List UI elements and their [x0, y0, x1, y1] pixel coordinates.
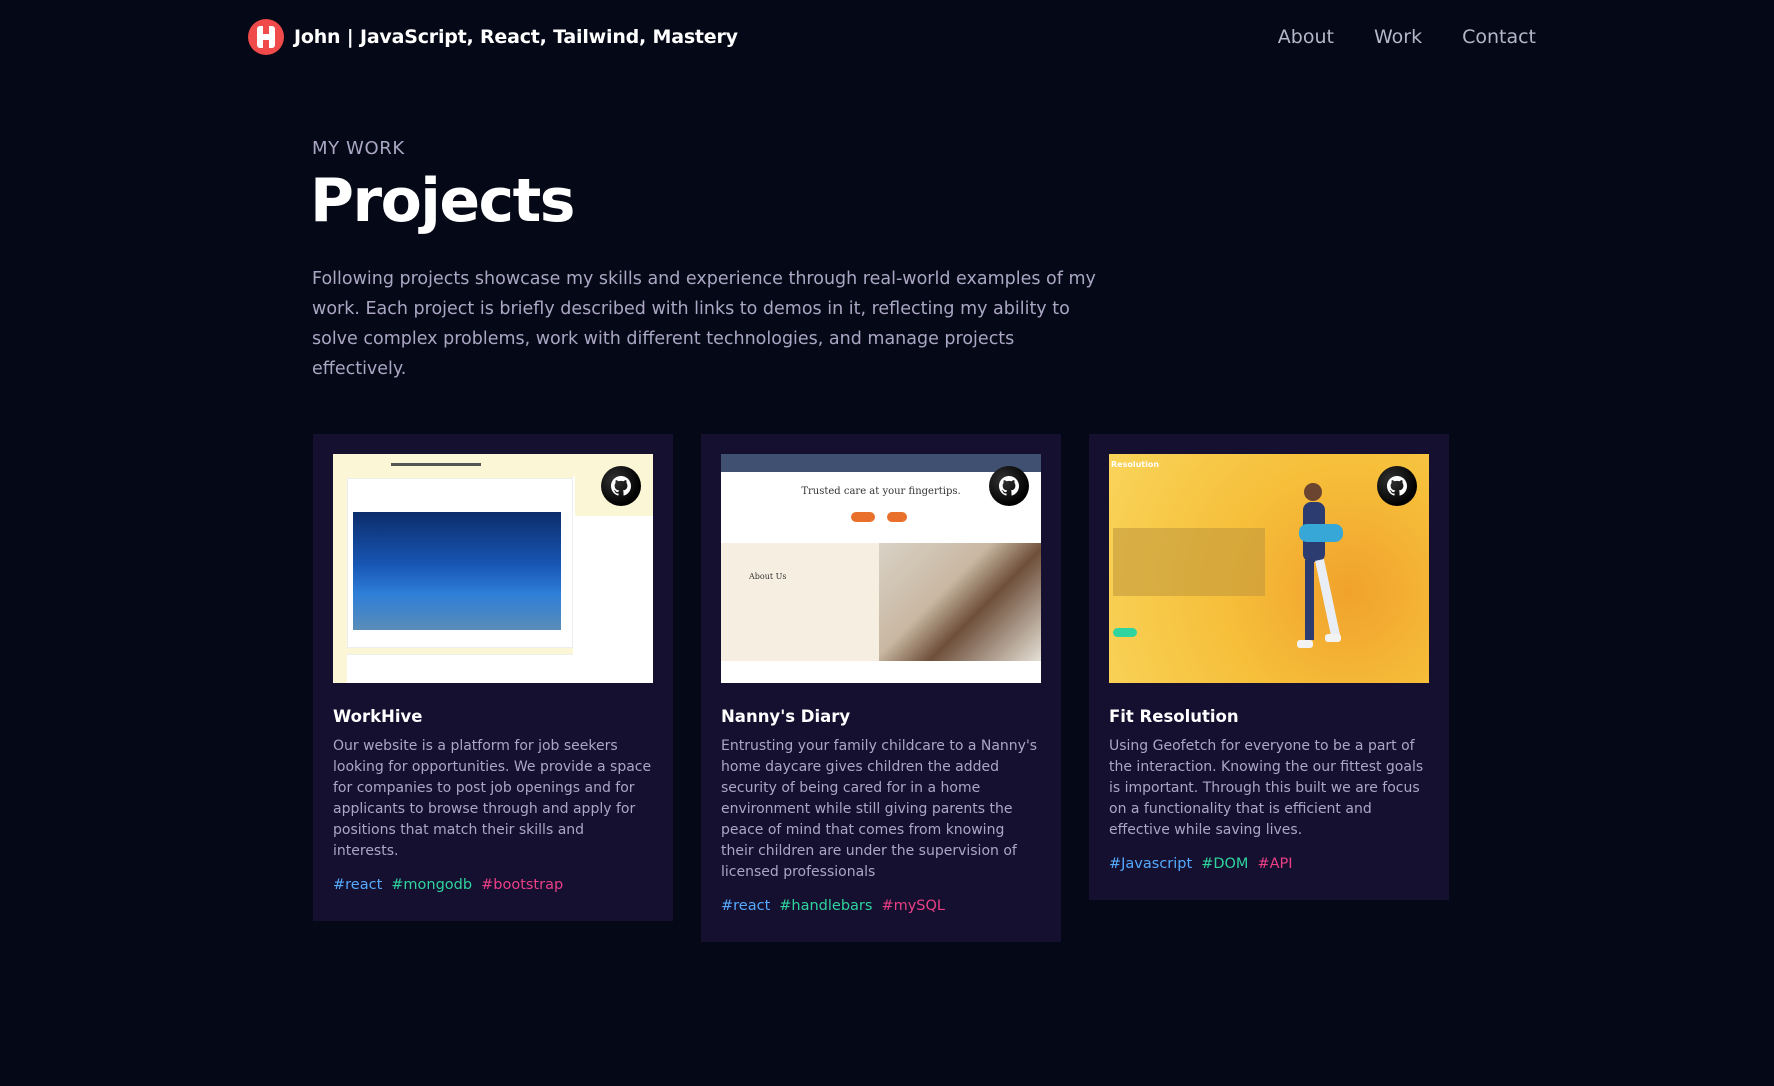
project-name: WorkHive: [333, 707, 423, 726]
section-intro: Following projects showcase my skills an…: [312, 269, 1096, 379]
project-name: Fit Resolution: [1109, 707, 1239, 726]
project-tags: #react #handlebars #mySQL: [721, 898, 1041, 914]
project-tag: #mySQL: [881, 898, 946, 914]
project-tag: #DOM: [1201, 856, 1249, 872]
project-card: WorkHive Our website is a platform for j…: [313, 434, 673, 921]
brand-text: John | JavaScript, React, Tailwind, Mast…: [294, 26, 738, 48]
nav-link-about[interactable]: About: [1278, 26, 1334, 48]
thumbnail-about-label: About Us: [749, 572, 787, 581]
project-thumbnail: Resolution: [1109, 454, 1429, 683]
github-icon[interactable]: [1377, 466, 1417, 506]
logo-icon: [248, 19, 284, 55]
project-tag: #Javascript: [1109, 856, 1193, 872]
section-subtitle: MY WORK: [312, 138, 405, 159]
project-tag: #mongodb: [391, 877, 473, 893]
project-card: Trusted care at your fingertips. About U…: [701, 434, 1061, 942]
thumbnail-title: Resolution: [1111, 460, 1160, 469]
project-description: Using Geofetch for everyone to be a part…: [1109, 738, 1424, 838]
project-tags: #Javascript #DOM #API: [1109, 856, 1429, 872]
project-thumbnail: Trusted care at your fingertips. About U…: [721, 454, 1041, 683]
project-description: Our website is a platform for job seeker…: [333, 738, 652, 859]
athlete-figure: [1297, 483, 1343, 648]
project-tag: #react: [333, 877, 383, 893]
nav-link-work[interactable]: Work: [1374, 26, 1422, 48]
project-list: WorkHive Our website is a platform for j…: [313, 434, 1449, 942]
project-tag: #handlebars: [779, 898, 873, 914]
project-tag: #react: [721, 898, 771, 914]
project-tag: #API: [1257, 856, 1293, 872]
navbar: John | JavaScript, React, Tailwind, Mast…: [0, 0, 1774, 74]
github-icon[interactable]: [601, 466, 641, 506]
project-name: Nanny's Diary: [721, 707, 851, 726]
project-thumbnail: [333, 454, 653, 683]
project-tag: #bootstrap: [481, 877, 564, 893]
football-team-image: [353, 512, 561, 630]
nav-link-contact[interactable]: Contact: [1462, 26, 1536, 48]
github-icon[interactable]: [989, 466, 1029, 506]
project-description: Entrusting your family childcare to a Na…: [721, 738, 1038, 880]
nanny-photo: [879, 543, 1041, 661]
brand-link[interactable]: John | JavaScript, React, Tailwind, Mast…: [248, 19, 738, 55]
project-card: Resolution Fit Resolution Using Geofetch…: [1089, 434, 1449, 900]
project-tags: #react #mongodb #bootstrap: [333, 877, 653, 893]
nav-links: About Work Contact: [1278, 26, 1536, 48]
page-title: Projects: [310, 166, 576, 236]
